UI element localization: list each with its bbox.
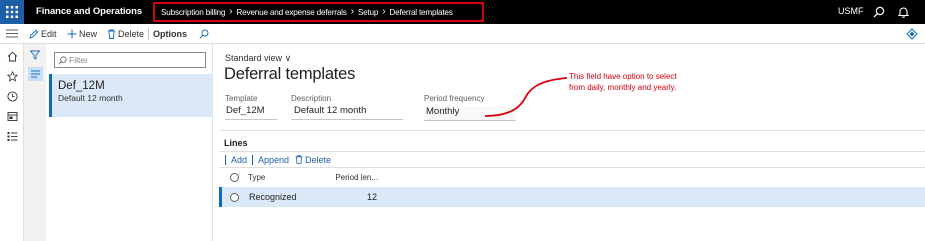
edit-button[interactable]: Edit [29,27,57,41]
search-icon[interactable] [199,27,209,41]
options-label: Options [153,29,187,39]
search-icon [58,55,67,65]
delete-line-button[interactable]: Delete [295,155,331,165]
lines-title[interactable]: Lines [224,138,248,148]
trash-icon [108,29,115,39]
breadcrumb-item[interactable]: Revenue and expense deferrals [236,8,346,17]
add-line-button[interactable]: Add [231,155,247,165]
table-row[interactable]: Recognized 12 [219,187,925,207]
delete-button[interactable]: Delete [107,27,144,41]
top-nav-bar: Finance and Operations Subscription bill… [0,0,925,24]
cell-type[interactable]: Recognized [249,192,355,202]
select-all-radio[interactable] [230,173,239,182]
filter-input[interactable] [69,55,199,65]
diamond-icon[interactable] [906,28,918,42]
list-item[interactable]: Def_12M Default 12 month [49,74,212,117]
list-view-icon[interactable] [28,67,43,81]
column-header-type[interactable]: Type [248,173,265,182]
search-icon[interactable] [872,5,886,19]
append-line-button[interactable]: Append [258,155,289,165]
breadcrumb: Subscription billing › Revenue and expen… [153,2,484,22]
star-icon[interactable] [6,70,18,82]
chevron-right-icon: › [350,6,354,17]
breadcrumb-item[interactable]: Deferral templates [389,8,452,17]
chevron-right-icon: › [229,6,233,17]
trash-icon [295,155,303,164]
app-name[interactable]: Finance and Operations [36,6,142,17]
lines-section: Lines Add Append Delete Type Period len.… [219,130,925,241]
breadcrumb-item[interactable]: Subscription billing [161,8,225,17]
page-title: Deferral templates [224,65,356,83]
hamburger-icon[interactable] [6,28,18,41]
filter-icon[interactable] [29,50,41,62]
view-selector[interactable]: Standard view ∨ [225,53,291,64]
description-field[interactable]: Default 12 month [291,105,403,120]
breadcrumb-item[interactable]: Setup [358,8,379,17]
period-frequency-label: Period frequency [424,94,485,103]
action-pane: Edit New Delete Options [0,24,925,44]
template-label: Template [225,94,258,103]
column-header-period-length[interactable]: Period len... [335,173,378,182]
filter-field[interactable] [54,52,206,68]
bell-icon[interactable] [896,5,910,19]
row-select-radio[interactable] [230,192,239,202]
annotation-arrow [484,77,568,117]
clock-icon[interactable] [6,90,18,102]
waffle-icon[interactable] [0,0,24,24]
new-button[interactable]: New [67,27,97,41]
record-description: Default 12 month [58,93,123,103]
view-name: Standard view [225,53,283,63]
delete-label: Delete [118,29,145,39]
new-label: New [79,29,98,39]
cell-period-length[interactable]: 12 [367,192,377,202]
workspaces-icon[interactable] [6,110,18,122]
plus-icon [67,29,77,39]
list-pane-toolbar [24,44,46,241]
record-id: Def_12M [58,80,105,92]
annotation-note: This field have option to select from da… [569,72,677,92]
chevron-down-icon: ∨ [284,53,292,63]
pencil-icon [29,29,39,39]
add-label: Add [231,154,248,165]
description-label: Description [291,94,332,103]
delete-label: Delete [305,154,332,165]
toolbar-divider [148,28,149,40]
template-field[interactable]: Def_12M [225,105,277,120]
company-picker[interactable]: USMF [838,6,864,16]
details-pane: Standard view ∨ Deferral templates Templ… [213,44,925,241]
list-pane: Def_12M Default 12 month [24,44,213,241]
grid-header: Type Period len... [219,169,925,186]
home-icon[interactable] [6,50,18,62]
append-label: Append [258,154,290,165]
toolbar-divider [252,154,254,165]
chevron-right-icon: › [382,6,386,17]
modules-icon[interactable] [6,130,18,142]
lines-toolbar: Add Append Delete [219,151,925,168]
options-button[interactable]: Options [153,27,187,41]
navigation-rail [0,44,24,241]
toolbar-divider [225,154,226,165]
edit-label: Edit [41,29,57,39]
